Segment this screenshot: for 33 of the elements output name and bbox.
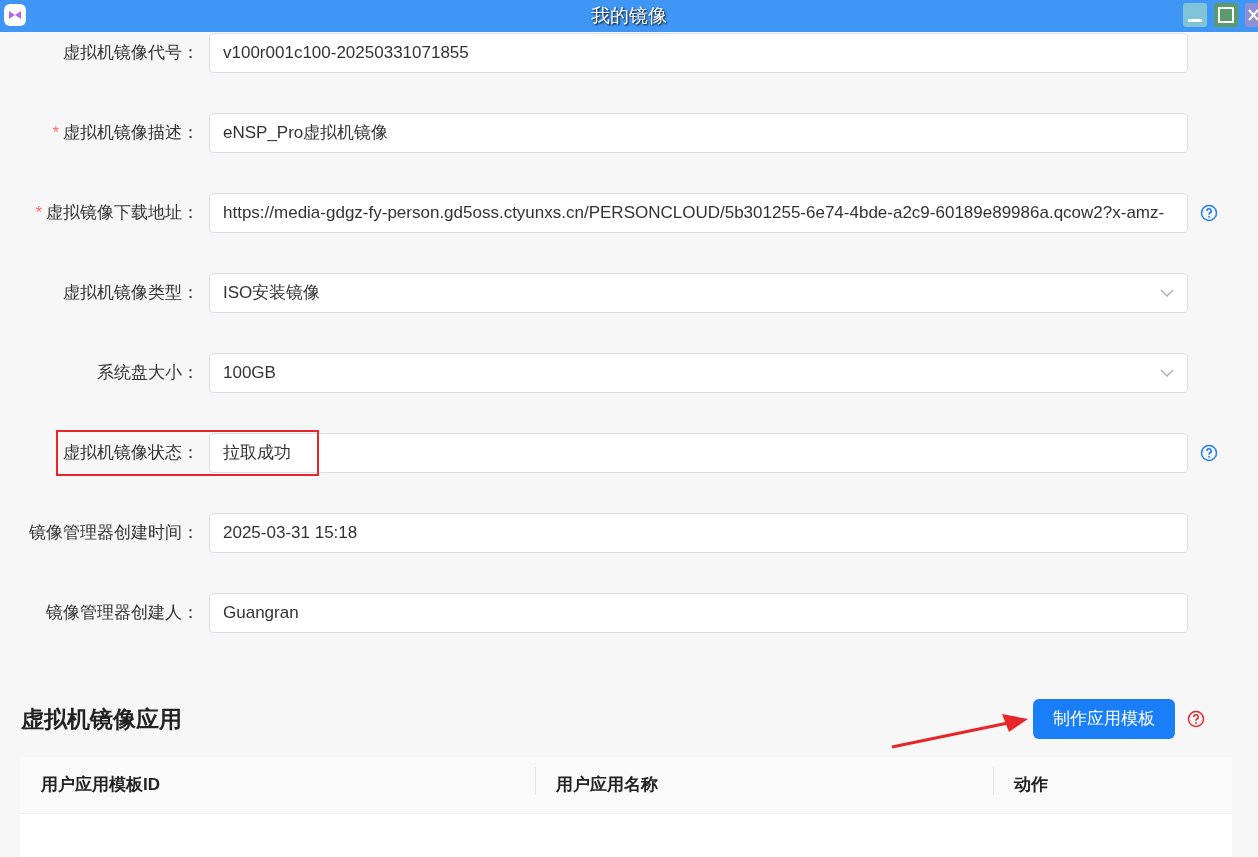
chevron-down-icon [1160, 289, 1174, 297]
help-icon[interactable] [1200, 204, 1218, 222]
column-header: 动作 [1014, 774, 1048, 797]
chevron-down-icon [1160, 369, 1174, 377]
field-label: 虚拟机镜像状态： [63, 442, 199, 465]
section-title: 虚拟机镜像应用 [21, 704, 182, 734]
field-label: 镜像管理器创建人： [46, 602, 199, 625]
input-field[interactable]: v100r001c100-20250331071855 [209, 33, 1188, 73]
field-label: 虚拟镜像下载地址： [46, 202, 199, 225]
select-field[interactable]: ISO安装镜像 [209, 273, 1188, 313]
input-field[interactable]: 拉取成功 [209, 433, 1188, 473]
required-asterisk: * [35, 202, 42, 225]
maximize-button[interactable] [1214, 3, 1238, 27]
select-field[interactable]: 100GB [209, 353, 1188, 393]
create-template-button[interactable]: 制作应用模板 [1033, 699, 1175, 739]
app-logo-icon [4, 4, 26, 26]
window-title: 我的镜像 [591, 3, 667, 28]
field-label: 虚拟机镜像描述： [63, 122, 199, 145]
field-label: 系统盘大小： [97, 362, 199, 385]
required-asterisk: * [52, 122, 59, 145]
close-button[interactable] [1245, 3, 1258, 27]
input-field[interactable]: https://media-gdgz-fy-person.gd5oss.ctyunxs.cn/PERSONCLOUD/5b301255-6e74-4bde-a2c9-60189e89986a.qcow2?x-amz- [209, 193, 1188, 233]
field-label: 镜像管理器创建时间： [29, 522, 199, 545]
input-field[interactable]: 2025-03-31 15:18 [209, 513, 1188, 553]
column-header: 用户应用模板ID [41, 774, 160, 797]
minimize-button[interactable] [1183, 3, 1207, 27]
field-label: 虚拟机镜像类型： [63, 282, 199, 305]
help-icon[interactable] [1200, 444, 1218, 462]
field-label: 虚拟机镜像代号： [63, 42, 199, 65]
input-field[interactable]: eNSP_Pro虚拟机镜像 [209, 113, 1188, 153]
input-field[interactable]: Guangran [209, 593, 1188, 633]
help-icon[interactable] [1187, 710, 1205, 728]
column-header: 用户应用名称 [556, 774, 658, 797]
